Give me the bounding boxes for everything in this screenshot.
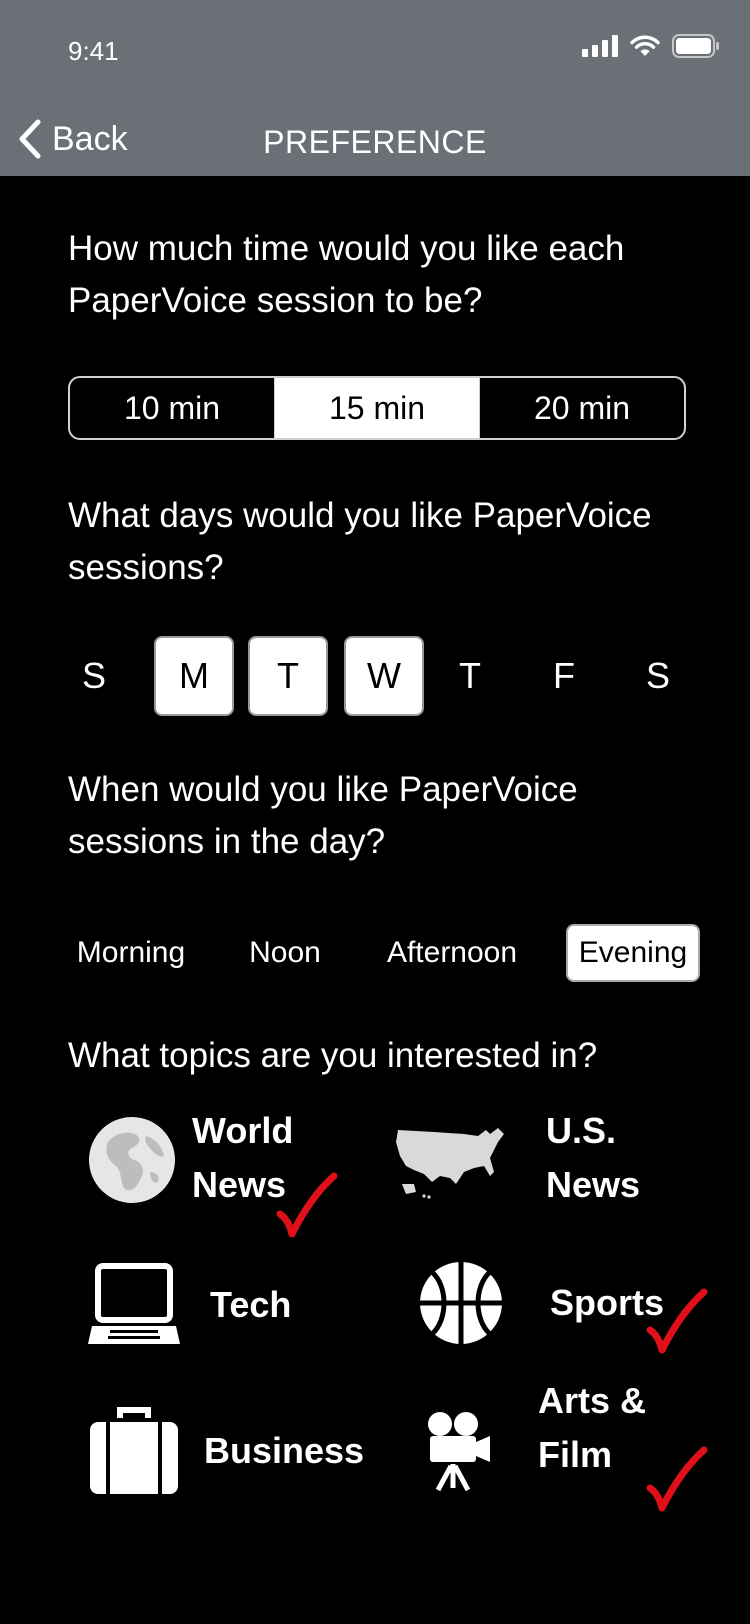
wifi-icon [630,35,660,56]
topic-us-news[interactable]: U.S. News [390,1100,690,1230]
header-bar: 9:41 Back PREFERENCE [0,0,750,176]
status-time: 9:41 [68,36,119,66]
topics-question: What topics are you interested in? [68,1036,598,1075]
topic-label-us-news: U.S. News [546,1110,641,1205]
time-of-day-question: When would you like PaperVoice sessions … [68,770,578,861]
time-morning[interactable]: Morning [68,924,194,982]
option-20-min[interactable]: 20 min [479,378,684,438]
topic-label-business: Business [204,1430,365,1471]
movie-camera-icon [428,1412,490,1492]
topic-label-arts-film: Arts & Film [538,1380,647,1475]
topic-tech[interactable]: Tech [80,1262,360,1362]
option-10-min[interactable]: 10 min [70,378,274,438]
checkmark-icon [646,1288,708,1354]
checkmark-icon [646,1446,708,1512]
topic-label-tech: Tech [210,1284,292,1325]
session-length-selector: 10 min 15 min 20 min [68,376,686,440]
battery-icon [672,34,719,58]
day-tuesday[interactable]: T [248,636,328,716]
time-afternoon[interactable]: Afternoon [380,924,524,982]
signal-icon [582,35,618,57]
days-question: What days would you like PaperVoice sess… [68,496,652,587]
topic-world-news[interactable]: World News [80,1100,360,1238]
page-title: PREFERENCE [263,124,487,160]
day-monday[interactable]: M [154,636,234,716]
laptop-icon [88,1263,180,1344]
time-noon[interactable]: Noon [240,924,330,982]
topic-business[interactable]: Business [80,1400,380,1510]
checkmark-icon [276,1172,338,1238]
day-friday[interactable]: F [524,636,604,716]
topic-sports[interactable]: Sports [410,1256,710,1366]
day-thursday[interactable]: T [430,636,510,716]
basketball-icon [420,1262,502,1344]
us-map-icon [396,1128,504,1199]
day-saturday[interactable]: S [618,636,698,716]
globe-icon [89,1117,175,1203]
briefcase-icon [90,1407,178,1494]
status-icons [582,34,720,58]
session-length-question: How much time would you like each PaperV… [68,229,625,320]
topic-arts-film[interactable]: Arts & Film [420,1380,710,1520]
day-wednesday[interactable]: W [344,636,424,716]
option-15-min[interactable]: 15 min [274,378,479,438]
time-evening[interactable]: Evening [566,924,700,982]
day-sunday[interactable]: S [54,636,134,716]
